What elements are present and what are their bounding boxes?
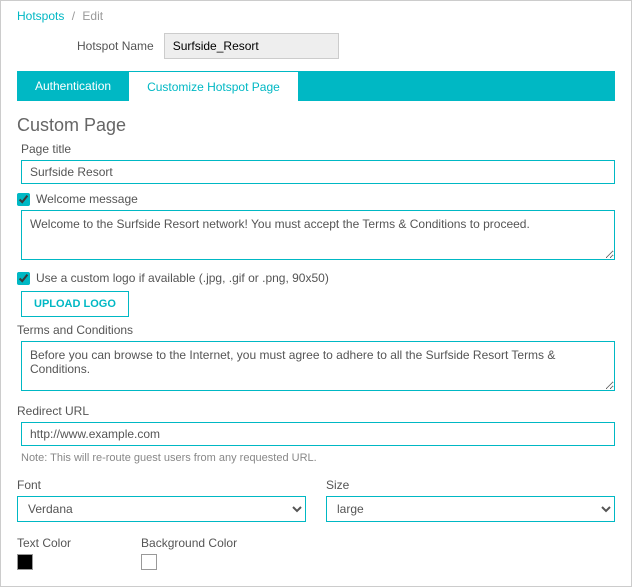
font-select[interactable]: Verdana <box>17 496 306 522</box>
tab-bar: Authentication Customize Hotspot Page <box>17 71 615 101</box>
size-label: Size <box>326 478 615 492</box>
text-color-label: Text Color <box>17 536 71 550</box>
hotspot-name-input[interactable] <box>164 33 339 59</box>
page-title-label: Page title <box>21 142 615 156</box>
upload-logo-button[interactable]: UPLOAD LOGO <box>21 291 129 317</box>
size-select[interactable]: large <box>326 496 615 522</box>
font-label: Font <box>17 478 306 492</box>
breadcrumb-sep: / <box>72 9 75 23</box>
bg-color-label: Background Color <box>141 536 237 550</box>
terms-label: Terms and Conditions <box>17 323 615 337</box>
page-title-input[interactable] <box>21 160 615 184</box>
section-title: Custom Page <box>17 115 615 136</box>
breadcrumb: Hotspots / Edit <box>17 9 615 23</box>
logo-checkbox[interactable] <box>17 272 30 285</box>
breadcrumb-root[interactable]: Hotspots <box>17 9 64 23</box>
tab-authentication[interactable]: Authentication <box>17 71 129 101</box>
bg-color-swatch[interactable] <box>141 554 157 570</box>
terms-textarea[interactable] <box>21 341 615 391</box>
redirect-input[interactable] <box>21 422 615 446</box>
tab-customize-hotspot-page[interactable]: Customize Hotspot Page <box>129 71 298 101</box>
welcome-checkbox-label: Welcome message <box>36 192 138 206</box>
logo-checkbox-label: Use a custom logo if available (.jpg, .g… <box>36 271 329 285</box>
breadcrumb-current: Edit <box>82 9 103 23</box>
redirect-note: Note: This will re-route guest users fro… <box>21 452 615 464</box>
hotspot-name-label: Hotspot Name <box>77 39 154 53</box>
welcome-textarea[interactable] <box>21 210 615 260</box>
redirect-label: Redirect URL <box>17 404 615 418</box>
text-color-swatch[interactable] <box>17 554 33 570</box>
welcome-checkbox[interactable] <box>17 193 30 206</box>
